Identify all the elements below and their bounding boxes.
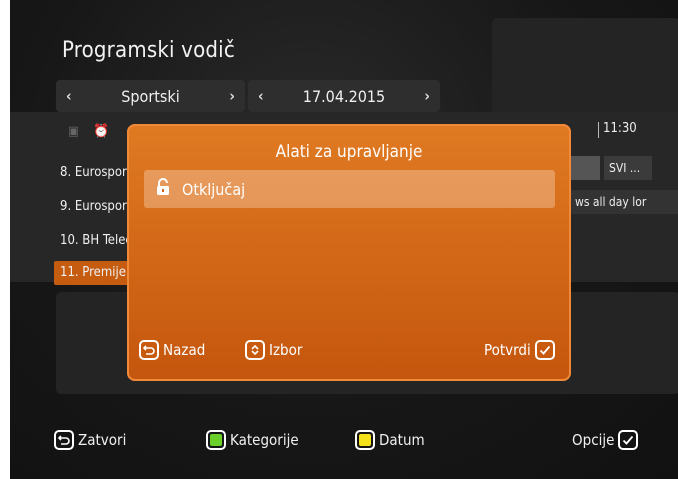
category-selector[interactable]: ‹ Sportski › <box>56 80 245 112</box>
confirm-label: Potvrdi <box>484 341 531 359</box>
reminder-icon: ⏰ <box>93 124 110 139</box>
green-key-icon <box>206 430 226 450</box>
recording-icon: ▣ <box>68 124 80 139</box>
chevron-right-icon[interactable]: › <box>229 87 235 105</box>
time-marker: 11:30 <box>598 122 637 138</box>
chevron-left-icon[interactable]: ‹ <box>66 87 72 105</box>
dialog-select[interactable]: Izbor <box>245 340 302 360</box>
chevron-left-icon[interactable]: ‹ <box>258 87 264 105</box>
date-selector[interactable]: ‹ 17.04.2015 › <box>248 80 440 112</box>
lock-open-icon <box>156 178 170 200</box>
category-value: Sportski <box>121 86 180 106</box>
page-title: Programski vodič <box>62 38 235 63</box>
program-cell[interactable]: SVI ... <box>604 156 652 180</box>
management-dialog: Alati za upravljanje Otključaj Nazad Izb… <box>127 124 571 381</box>
date-label: Datum <box>379 431 425 449</box>
categories-label: Kategorije <box>230 431 299 449</box>
close-key[interactable]: Zatvori <box>54 430 126 450</box>
bottom-bar: Zatvori Kategorije Datum Opcije <box>10 424 678 460</box>
back-icon <box>54 430 74 450</box>
dialog-back[interactable]: Nazad <box>139 340 205 360</box>
categories-key[interactable]: Kategorije <box>206 430 299 450</box>
date-value: 17.04.2015 <box>302 86 386 106</box>
check-icon <box>534 340 555 360</box>
program-cell[interactable]: ws all day lor <box>570 190 678 214</box>
up-down-icon <box>245 340 265 360</box>
check-icon <box>618 430 639 450</box>
back-icon <box>139 340 159 360</box>
close-label: Zatvori <box>78 431 127 449</box>
video-preview <box>492 18 678 116</box>
chevron-right-icon[interactable]: › <box>424 87 430 105</box>
dialog-title: Alati za upravljanje <box>275 142 423 162</box>
back-label: Nazad <box>163 341 206 359</box>
yellow-key-icon <box>355 430 375 450</box>
select-label: Izbor <box>269 341 303 359</box>
dialog-confirm[interactable]: Potvrdi <box>484 340 555 360</box>
program-cell[interactable] <box>570 156 600 180</box>
options-label: Opcije <box>572 431 615 449</box>
date-key[interactable]: Datum <box>355 430 425 450</box>
options-key[interactable]: Opcije <box>572 430 639 450</box>
unlock-option[interactable]: Otključaj <box>144 170 555 208</box>
unlock-label: Otključaj <box>182 179 246 199</box>
tv-guide-screen: Programski vodič ‹ Sportski › ‹ 17.04.20… <box>10 0 678 479</box>
grid-icon-row: ▣ ⏰ <box>68 124 109 139</box>
